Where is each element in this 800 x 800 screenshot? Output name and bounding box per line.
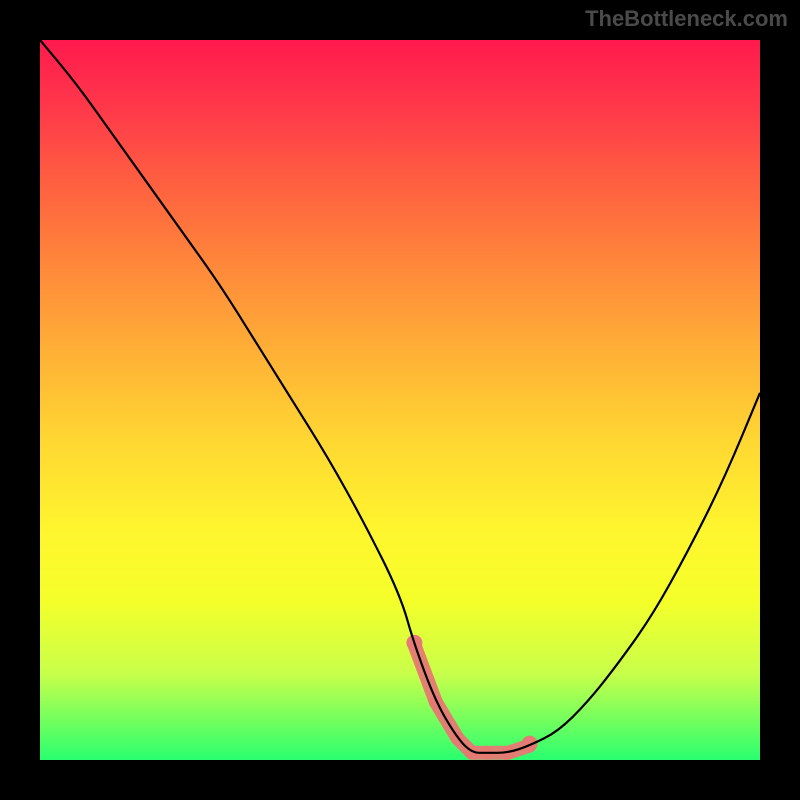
- minimum-band: [406, 635, 537, 753]
- bottleneck-curve: [40, 40, 760, 753]
- watermark-text: TheBottleneck.com: [585, 6, 788, 32]
- chart-svg: [40, 40, 760, 760]
- plot-area: [40, 40, 760, 760]
- chart-frame: TheBottleneck.com: [0, 0, 800, 800]
